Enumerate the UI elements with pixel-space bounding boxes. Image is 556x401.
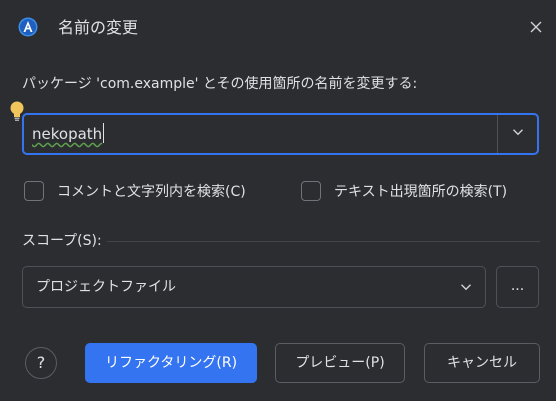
search-comments-checkbox[interactable]	[24, 181, 44, 201]
scope-separator	[107, 241, 540, 242]
chevron-down-icon	[459, 280, 473, 294]
search-comments-label: コメントと文字列内を検索(C)	[57, 184, 246, 200]
search-text-label: テキスト出現箇所の検索(T)	[334, 184, 508, 200]
title-bar: 名前の変更	[0, 0, 556, 58]
refactor-button[interactable]: リファクタリング(R)	[85, 343, 257, 383]
preview-button[interactable]: プレビュー(P)	[275, 343, 405, 383]
dialog-title: 名前の変更	[58, 18, 139, 37]
android-studio-icon	[18, 17, 38, 37]
cancel-button[interactable]: キャンセル	[424, 343, 540, 383]
search-comments-option[interactable]: コメントと文字列内を検索(C)	[24, 180, 246, 202]
new-name-value: nekopath	[32, 125, 103, 143]
close-icon[interactable]	[526, 17, 546, 37]
scope-selected-value: プロジェクトファイル	[36, 279, 176, 295]
text-caret	[103, 123, 105, 143]
new-name-combobox[interactable]: nekopath	[22, 113, 539, 155]
scope-dropdown[interactable]: プロジェクトファイル	[22, 266, 486, 308]
rename-prompt: パッケージ 'com.example' とその使用箇所の名前を変更する:	[22, 76, 418, 92]
scope-more-button[interactable]: ...	[496, 266, 539, 308]
search-text-option[interactable]: テキスト出現箇所の検索(T)	[301, 180, 507, 202]
name-history-dropdown-button[interactable]	[498, 115, 537, 153]
new-name-input[interactable]: nekopath	[24, 115, 497, 153]
chevron-down-icon	[511, 125, 525, 143]
scope-label: スコープ(S):	[22, 233, 102, 249]
help-button[interactable]: ?	[25, 347, 57, 379]
search-text-checkbox[interactable]	[301, 181, 321, 201]
rename-dialog: 名前の変更 パッケージ 'com.example' とその使用箇所の名前を変更す…	[0, 0, 556, 401]
